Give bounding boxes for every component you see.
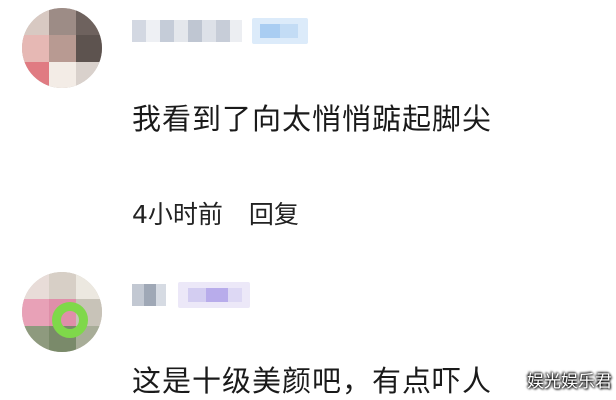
comment-text: 这是十级美颜吧，有点吓人 — [132, 364, 493, 398]
username-blurred[interactable] — [132, 284, 166, 306]
comment-time: 4小时前 — [132, 200, 223, 229]
username-blurred[interactable] — [132, 20, 242, 42]
comment-item: 我看到了向太悄悄踮起脚尖 4小时前 回复 — [0, 0, 616, 260]
user-badge-blurred — [178, 282, 250, 308]
comment-text: 我看到了向太悄悄踮起脚尖 — [132, 102, 493, 136]
avatar[interactable] — [22, 272, 102, 352]
comment-meta: 4小时前 回复 — [132, 195, 299, 231]
comment-item: 这是十级美颜吧，有点吓人 — [0, 262, 616, 400]
watermark: 娱光娱乐君 — [527, 372, 612, 392]
avatar[interactable] — [22, 8, 102, 88]
user-badge-blurred — [252, 18, 308, 44]
reply-button[interactable]: 回复 — [249, 195, 299, 231]
